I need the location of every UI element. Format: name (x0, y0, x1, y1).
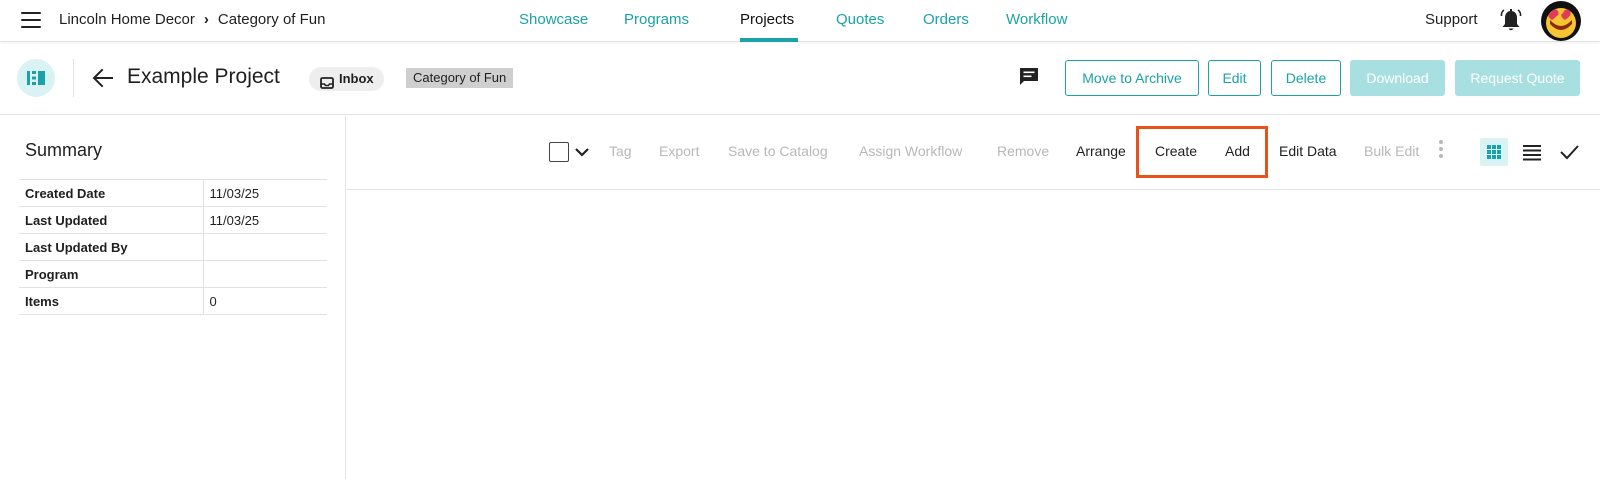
summary-title: Summary (25, 140, 103, 160)
table-row: Last Updated 11/03/25 (19, 206, 327, 234)
summary-key: Last Updated (19, 206, 204, 234)
bulk-edit-action[interactable]: Bulk Edit (1364, 143, 1419, 159)
comment-icon[interactable] (1018, 66, 1040, 88)
summary-value: 11/03/25 (203, 206, 327, 234)
header-divider (73, 59, 74, 97)
export-action[interactable]: Export (659, 143, 699, 159)
summary-key: Items (19, 287, 204, 315)
hamburger-menu-icon[interactable] (21, 12, 41, 28)
create-action[interactable]: Create (1155, 143, 1197, 159)
delete-button[interactable]: Delete (1271, 60, 1341, 96)
save-to-catalog-action[interactable]: Save to Catalog (728, 143, 828, 159)
table-row: Last Updated By (19, 233, 327, 261)
summary-value: 0 (203, 287, 327, 315)
summary-value (203, 260, 327, 288)
tab-projects[interactable]: Projects (740, 11, 794, 28)
summary-value (203, 233, 327, 261)
summary-key: Program (19, 260, 204, 288)
table-row: Items 0 (19, 287, 327, 315)
summary-key: Created Date (19, 179, 204, 207)
table-row: Created Date 11/03/25 (19, 179, 327, 207)
tab-orders[interactable]: Orders (923, 11, 969, 28)
edit-button[interactable]: Edit (1208, 60, 1261, 96)
tab-quotes[interactable]: Quotes (836, 11, 884, 28)
add-action[interactable]: Add (1225, 143, 1250, 159)
summary-value: 11/03/25 (203, 179, 327, 207)
support-link[interactable]: Support (1425, 11, 1478, 28)
tag-action[interactable]: Tag (609, 143, 632, 159)
summary-panel: Summary Created Date 11/03/25 Last Updat… (0, 116, 346, 479)
tab-workflow[interactable]: Workflow (1006, 11, 1067, 28)
checklist-view-icon[interactable] (1557, 140, 1581, 164)
category-tag: Category of Fun (406, 68, 514, 88)
summary-key: Last Updated By (19, 233, 204, 261)
chevron-down-icon[interactable] (574, 144, 590, 160)
assign-workflow-action[interactable]: Assign Workflow (859, 143, 962, 159)
inbox-label: Inbox (339, 71, 374, 86)
select-all-checkbox[interactable] (549, 142, 569, 162)
download-button[interactable]: Download (1350, 60, 1445, 96)
move-to-archive-button[interactable]: Move to Archive (1065, 60, 1199, 96)
items-area (347, 191, 1600, 479)
top-navigation-bar: Lincoln Home Decor › Category of Fun Showc… (0, 0, 1600, 42)
tab-showcase[interactable]: Showcase (519, 11, 588, 28)
table-row: Program (19, 260, 327, 288)
remove-action[interactable]: Remove (997, 143, 1049, 159)
inbox-icon (320, 73, 334, 89)
breadcrumb-category[interactable]: Category of Fun (218, 11, 326, 28)
back-arrow-icon[interactable] (92, 67, 114, 89)
notification-bell-icon[interactable] (1500, 9, 1522, 33)
chevron-right-icon: › (203, 11, 209, 28)
edit-data-action[interactable]: Edit Data (1279, 143, 1337, 159)
grid-view-icon[interactable] (1480, 138, 1508, 166)
active-tab-indicator (740, 38, 798, 42)
list-view-icon[interactable] (1520, 140, 1544, 164)
breadcrumb-company[interactable]: Lincoln Home Decor (59, 11, 195, 28)
tab-programs[interactable]: Programs (624, 11, 689, 28)
page-title: Example Project (127, 65, 280, 88)
project-header: Example Project Inbox Category of Fun Mo… (0, 43, 1600, 115)
items-toolbar: Tag Export Save to Catalog Assign Workfl… (347, 116, 1600, 190)
panel-toggle-icon[interactable] (17, 59, 55, 97)
request-quote-button[interactable]: Request Quote (1455, 60, 1580, 96)
summary-table: Created Date 11/03/25 Last Updated 11/03… (19, 179, 327, 315)
more-options-icon[interactable] (1438, 140, 1444, 160)
inbox-chip[interactable]: Inbox (309, 67, 384, 91)
arrange-action[interactable]: Arrange (1076, 143, 1126, 159)
user-avatar[interactable] (1541, 1, 1581, 41)
breadcrumb: Lincoln Home Decor › Category of Fun (59, 11, 325, 28)
